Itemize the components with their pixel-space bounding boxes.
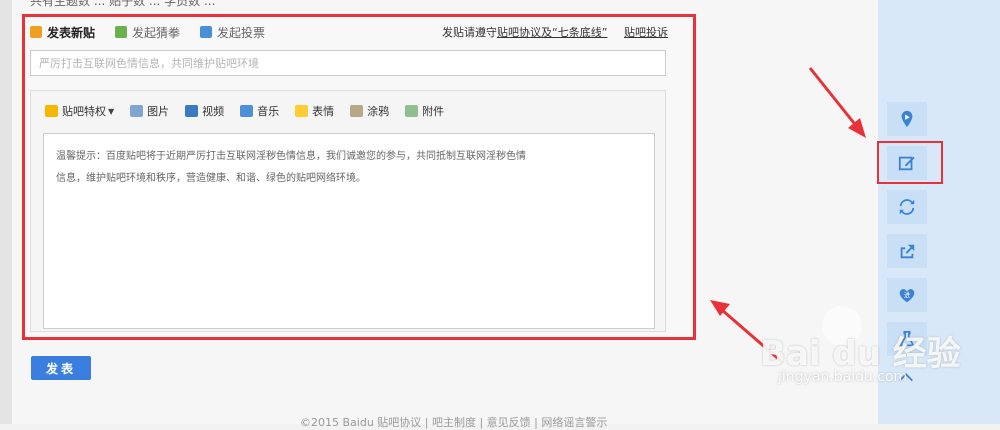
attachment-label: 附件 (422, 105, 445, 118)
tab-new-post-label: 发表新贴 (47, 25, 96, 40)
top-stats-text: 共有主题数 ... 贴子数 ... 学员数 ... (30, 0, 216, 8)
content-hint-line2: 信息，维护贴吧环境和秩序，营造健康、和谐、绿色的贴吧网络环境。 (56, 173, 366, 184)
picture-label: 图片 (147, 105, 170, 118)
editor-toolbar: 贴吧特权 ▼ 图片 视频 音乐 表情 涂鸦 附件 (45, 103, 460, 119)
refresh-icon (899, 199, 915, 215)
privilege-label: 贴吧特权 (62, 105, 106, 118)
video-label: 视频 (202, 105, 225, 118)
emoji-label: 表情 (312, 105, 335, 118)
video-icon (185, 105, 199, 117)
post-icon (30, 26, 42, 38)
baidu-watermark-url: jingyan.baidu.com (778, 369, 908, 385)
video-button[interactable]: 视频 (185, 103, 224, 119)
submit-post-button[interactable]: 发表 (31, 356, 91, 380)
privilege-button[interactable]: 贴吧特权 ▼ (45, 103, 114, 119)
emoji-icon (295, 105, 309, 117)
heart-icon: 进 (899, 289, 915, 303)
music-icon (240, 105, 254, 117)
heart-badge-text: 进 (904, 291, 911, 299)
content-hint-line1: 温馨提示：百度贴吧将于近期严厉打击互联网淫秽色情信息，我们诚邀您的参与，共同抵制… (56, 151, 526, 162)
graffiti-label: 涂鸦 (367, 105, 390, 118)
crown-icon (45, 105, 58, 117)
tab-guess[interactable]: 发起猜拳 (115, 24, 180, 41)
notice-prefix: 发贴请遵守 (442, 26, 497, 39)
music-button[interactable]: 音乐 (240, 103, 279, 119)
picture-button[interactable]: 图片 (130, 103, 169, 119)
vote-icon (200, 26, 213, 38)
guess-icon (115, 26, 128, 38)
left-strip (0, 0, 12, 424)
tab-guess-label: 发起猜拳 (132, 25, 181, 40)
title-input[interactable] (30, 50, 666, 76)
chevron-down-icon: ▼ (108, 106, 115, 116)
location-icon (901, 110, 913, 128)
attachment-button[interactable]: 附件 (405, 103, 444, 119)
rules-link[interactable]: 贴吧协议及“七条底线” (497, 26, 607, 39)
picture-icon (130, 105, 144, 117)
post-content-textarea[interactable]: 温馨提示：百度贴吧将于近期严厉打击互联网淫秽色情信息，我们诚邀您的参与，共同抵制… (43, 133, 655, 329)
tab-new-post[interactable]: 发表新贴 (30, 24, 95, 41)
music-label: 音乐 (257, 105, 280, 118)
emoji-button[interactable]: 表情 (295, 103, 334, 119)
content-editor: 贴吧特权 ▼ 图片 视频 音乐 表情 涂鸦 附件 温馨提示：百度贴吧将于近期严厉… (30, 90, 666, 332)
location-button[interactable] (887, 102, 927, 136)
footer-links: ©2015 Baidu 贴吧协议 | 吧主制度 | 意见反馈 | 网络谣言警示 (300, 416, 608, 429)
share-button[interactable] (887, 234, 927, 268)
heart-button[interactable]: 进 (887, 278, 927, 312)
baidu-watermark: Bai du 经验 (760, 334, 961, 374)
refresh-button[interactable] (887, 190, 927, 224)
post-rules-notice: 发贴请遵守贴吧协议及“七条底线” (442, 24, 607, 40)
report-link[interactable]: 贴吧投诉 (624, 24, 668, 40)
graffiti-icon (350, 105, 364, 117)
graffiti-button[interactable]: 涂鸦 (350, 103, 389, 119)
tab-vote-label: 发起投票 (217, 25, 266, 40)
tab-vote[interactable]: 发起投票 (200, 24, 265, 41)
attachment-icon (405, 105, 419, 117)
arrow-to-edit-icon (808, 67, 866, 138)
post-type-tabs: 发表新贴 发起猜拳 发起投票 (30, 22, 285, 42)
edit-button-highlight (877, 141, 943, 184)
share-icon (900, 244, 915, 259)
